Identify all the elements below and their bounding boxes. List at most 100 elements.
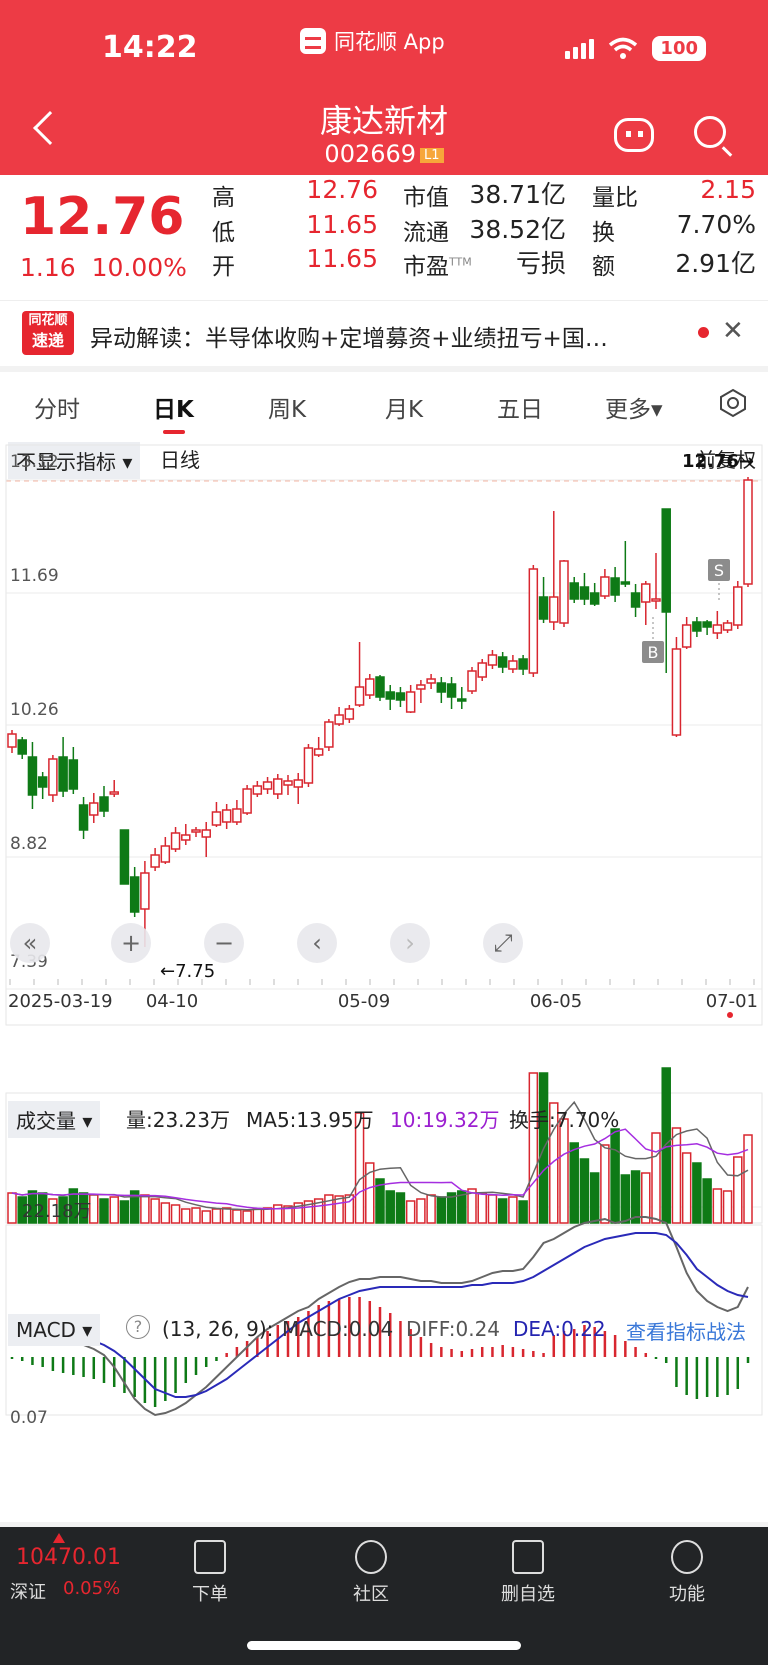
stock-chart-svg[interactable]: 13.1211.6910.268.827.3912.76→←7.752025-0… [0,437,768,1527]
settings-hexagon-icon[interactable] [718,388,748,418]
candle-body [7,733,17,748]
menu-circle-icon [671,1540,703,1574]
volume-bar [160,1202,171,1224]
news-badge: 同花顺 速递 [22,311,74,355]
kline-x-tick: 2025-03-19 [8,991,113,1012]
scroll-right-icon-glyph: › [405,929,415,957]
battery-indicator: 100 [652,36,706,61]
candle-body [48,758,58,796]
candle-body [221,809,232,823]
volume-bar [569,1142,579,1224]
tab-more[interactable]: 更多▾ [605,390,663,424]
scroll-right-icon[interactable]: › [390,923,430,963]
candle-body [733,586,743,626]
current-price: 12.76 [20,187,185,247]
volume-bar [630,1170,641,1224]
macd-value: MACD:0.04 [282,1317,394,1341]
bottom-tab-remove-watchlist[interactable]: 删自选 [468,1540,588,1606]
float-label: 流通 [403,220,449,246]
kline-x-tick: 04-10 [146,991,198,1012]
turnover-value: 7.70% [676,210,756,239]
volume-bar [201,1210,211,1224]
volume-bar [262,1207,273,1224]
news-badge-bottom: 速递 [31,331,64,350]
candle-body [630,592,641,608]
volume-bar [671,1127,682,1224]
macd-params: (13, 26, 9): [162,1317,274,1341]
tab-daily-k[interactable]: 日K [153,390,194,424]
kline-y-tick: 10.26 [10,700,59,720]
tab-monthly-k[interactable]: 月K [385,390,423,424]
candle-body [661,508,671,613]
candle-body [589,592,600,605]
low-label: 低 [212,220,235,246]
volume-bar [221,1207,232,1224]
volume-bar [405,1200,416,1224]
search-icon[interactable] [694,116,726,148]
tab-intraday[interactable]: 分时 [34,390,80,424]
volume-bar [518,1200,528,1224]
scroll-left-icon[interactable]: ‹ [297,923,337,963]
volume-bar [109,1196,119,1224]
app-logo-icon [300,28,326,54]
tab-weekly-k[interactable]: 周K [268,390,306,424]
tab-five-day[interactable]: 五日 [497,390,543,424]
volume-turnover: 换手:7.70% [509,1108,620,1132]
kline-y-tick: 13.12 [10,452,59,472]
candle-body [405,691,416,713]
chart-controls: « + − ‹ › ⤢ [10,923,523,963]
bottom-tab-order[interactable]: 下单 [150,1540,270,1606]
robot-assistant-icon[interactable] [614,118,654,152]
rewind-icon-glyph: « [23,929,38,957]
macd-y-tick: 0.07 [10,1408,48,1428]
rewind-icon[interactable]: « [10,923,50,963]
news-ticker[interactable]: 同花顺 速递 异动解读：半导体收购+定增募资+业绩扭亏+国… [0,300,768,366]
candle-body [436,682,447,693]
buy-marker-label: B [648,643,659,662]
candle-body [181,834,191,841]
volume-bar [150,1198,160,1224]
zoom-in-icon[interactable]: + [111,923,151,963]
volume-bar [487,1194,498,1224]
volume-bar [140,1194,150,1224]
candle-body [262,781,273,790]
candle-body [283,780,293,786]
close-icon[interactable]: ✕ [722,316,744,346]
zoom-out-icon-glyph: − [214,929,234,957]
low-value: 11.65 [306,210,378,239]
volume-panel [5,1067,763,1224]
volume-bar [181,1208,191,1224]
chart-period-tabs: 分时 日K 周K 月K 五日 更多▾ [0,372,768,437]
candle-body [344,708,355,720]
volume-bar [7,1192,17,1224]
news-text[interactable]: 异动解读：半导体收购+定增募资+业绩扭亏+国… [90,319,670,353]
candle-body [457,698,467,702]
candle-body [651,598,661,602]
indicator-strategy-link[interactable]: 查看指标战法 [626,1316,746,1345]
community-star-icon [355,1540,387,1574]
volume-indicator-button[interactable]: 成交量 ▾ [8,1101,101,1138]
macd-indicator-button[interactable]: MACD ▾ [8,1314,101,1346]
status-app: 同花顺 App [300,26,445,56]
volume-bar [232,1209,242,1224]
kline-x-tick: 07-01 [706,991,758,1012]
low-price-label: ←7.75 [160,961,215,982]
diff-value: DIFF:0.24 [406,1317,501,1341]
fullscreen-icon[interactable]: ⤢ [483,923,523,963]
candle-body [160,845,171,863]
kline-x-tick: 06-05 [530,991,582,1012]
bottom-tab-community[interactable]: 社区 [311,1540,431,1606]
candle-body [722,622,733,631]
help-icon[interactable]: ? [126,1315,150,1339]
index-value[interactable]: 10470.01 [16,1545,121,1570]
scroll-left-icon-glyph: ‹ [312,929,322,957]
candle-body [201,829,211,838]
candle-body [681,624,692,648]
pe-label-text: 市盈 [403,254,449,280]
zoom-out-icon[interactable]: − [204,923,244,963]
bottom-tab-functions[interactable]: 功能 [627,1540,747,1606]
candle-body [579,586,590,600]
volume-bar [692,1162,702,1224]
candle-body [129,876,140,913]
candle-body [620,581,631,585]
